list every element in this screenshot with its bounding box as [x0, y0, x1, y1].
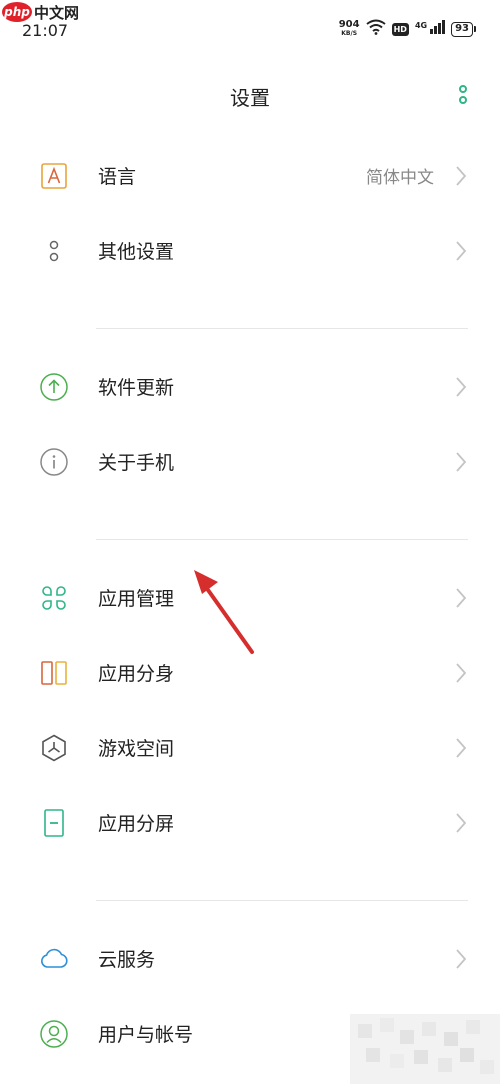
- settings-item-about-phone[interactable]: 关于手机: [0, 424, 500, 499]
- chevron-right-icon: [456, 588, 467, 608]
- chevron-right-icon: [456, 241, 467, 261]
- settings-item-label: 应用管理: [98, 588, 175, 610]
- settings-item-label: 游戏空间: [98, 738, 175, 760]
- settings-section: 软件更新 关于手机: [0, 349, 500, 499]
- settings-item-label: 语言: [98, 166, 137, 188]
- chevron-right-icon: [456, 377, 467, 397]
- settings-item-label: 软件更新: [98, 377, 175, 399]
- chevron-right-icon: [456, 452, 467, 472]
- net-speed: 904 KB/S: [339, 20, 360, 38]
- app-clone-icon: [38, 657, 70, 689]
- settings-item-value: 简体中文: [366, 168, 434, 188]
- battery-icon: 93: [451, 21, 476, 37]
- settings-section: 语言 简体中文 其他设置: [0, 138, 500, 288]
- net-speed-value: 904: [338, 19, 360, 30]
- settings-item-split-screen[interactable]: 应用分屏: [0, 785, 500, 860]
- settings-item-cloud-service[interactable]: 云服务: [0, 921, 500, 996]
- settings-item-label: 应用分身: [98, 663, 175, 685]
- app-management-icon: [38, 582, 70, 614]
- chevron-right-icon: [456, 949, 467, 969]
- more-vertical-icon: [459, 85, 467, 104]
- chevron-right-icon: [456, 663, 467, 683]
- game-space-icon: [38, 732, 70, 764]
- settings-item-software-update[interactable]: 软件更新: [0, 349, 500, 424]
- settings-item-label: 其他设置: [98, 241, 175, 263]
- user-account-icon: [38, 1018, 70, 1050]
- settings-item-label: 云服务: [98, 949, 156, 971]
- update-icon: [38, 371, 70, 403]
- settings-item-other-settings[interactable]: 其他设置: [0, 213, 500, 288]
- other-settings-icon: [38, 235, 70, 267]
- more-options-button[interactable]: [452, 80, 474, 110]
- language-icon: [38, 160, 70, 192]
- settings-item-label: 用户与帐号: [98, 1024, 194, 1046]
- settings-item-game-space[interactable]: 游戏空间: [0, 710, 500, 785]
- chevron-right-icon: [456, 166, 467, 186]
- title-bar: 设置: [0, 60, 500, 130]
- chevron-right-icon: [456, 813, 467, 833]
- status-time: 21:07: [22, 21, 69, 40]
- wifi-icon: [365, 19, 386, 39]
- settings-item-language[interactable]: 语言 简体中文: [0, 138, 500, 213]
- net-speed-unit: KB/S: [341, 30, 358, 37]
- hd-badge: HD: [391, 22, 409, 36]
- battery-level: 93: [451, 21, 473, 37]
- status-icons: 904 KB/S HD 4G 93: [339, 18, 476, 40]
- split-screen-icon: [38, 807, 70, 839]
- info-icon: [38, 446, 70, 478]
- chevron-right-icon: [456, 738, 467, 758]
- settings-item-label: 关于手机: [98, 452, 175, 474]
- signal-icon: [429, 19, 446, 39]
- network-type: 4G: [414, 20, 428, 30]
- settings-item-label: 应用分屏: [98, 813, 175, 835]
- annotation-arrow-icon: [194, 570, 254, 654]
- cloud-icon: [38, 943, 70, 975]
- mosaic-watermark: [350, 1014, 500, 1084]
- status-bar: 21:07 904 KB/S HD 4G 93: [0, 0, 500, 44]
- page-title: 设置: [230, 86, 270, 110]
